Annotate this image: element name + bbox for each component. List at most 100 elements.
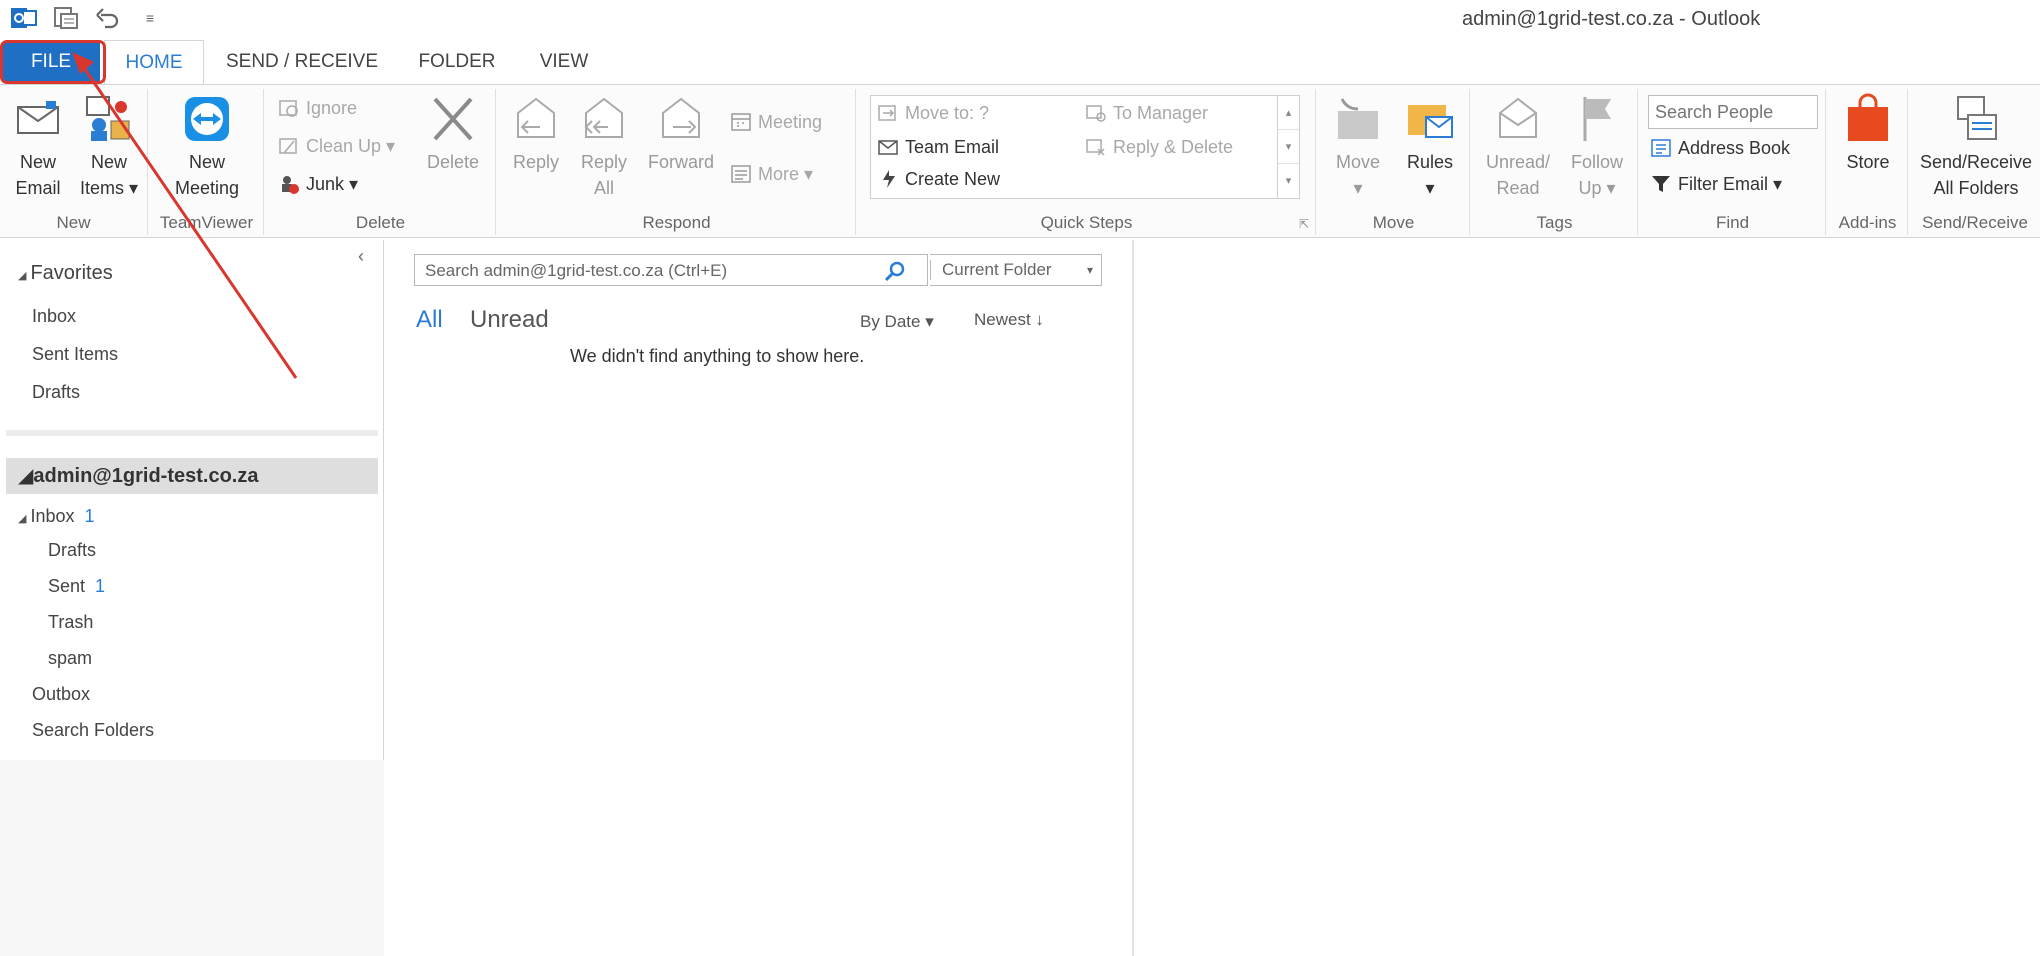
more-respond-button[interactable]: More ▾	[730, 163, 813, 185]
quick-steps-scroll-up-icon[interactable]: ▴	[1278, 96, 1299, 130]
folder-sent[interactable]: Sent 1	[48, 576, 105, 597]
quick-step-to-manager[interactable]: To Manager	[1085, 102, 1208, 124]
move-folder-icon	[1338, 98, 1378, 139]
new-email-button[interactable]: New Email	[6, 93, 70, 201]
group-find-label: Find	[1715, 213, 1750, 232]
window-title: admin@1grid-test.co.za - Outlook	[1462, 8, 1761, 30]
search-scope-dropdown[interactable]: Current Folder ▾	[930, 254, 1102, 286]
expand-triangle-icon: ◢	[18, 270, 27, 282]
message-list: Search admin@1grid-test.co.za (Ctrl+E) C…	[386, 240, 1134, 956]
group-move-label: Move	[1372, 213, 1415, 232]
team-email-label: Team Email	[905, 136, 1000, 157]
new-items-button[interactable]: New Items ▾	[76, 93, 142, 201]
tab-home[interactable]: HOME	[104, 40, 204, 84]
outlook-icon[interactable]	[10, 4, 38, 32]
create-new-label: Create New	[905, 168, 1001, 189]
folder-outbox[interactable]: Outbox	[32, 684, 90, 705]
group-tags: Unread/ Read Follow Up ▾ Tags	[1472, 89, 1638, 235]
filter-email-button[interactable]: Filter Email ▾	[1650, 173, 1782, 195]
new-items-label-1: New	[90, 152, 127, 172]
quick-steps-scroll: ▴ ▾ ▾	[1277, 96, 1299, 198]
rules-arrow: ▾	[1425, 178, 1435, 198]
quick-steps-scroll-down-icon[interactable]: ▾	[1278, 130, 1299, 164]
search-people-input[interactable]	[1648, 95, 1818, 129]
ribbon: New Email New Items ▾ New New Meeting Te…	[0, 84, 2040, 238]
favorites-header[interactable]: ◢ Favorites	[18, 262, 113, 285]
reply-all-button[interactable]: Reply All	[576, 93, 632, 201]
group-new-label: New	[56, 213, 91, 232]
team-email-icon	[878, 140, 898, 155]
sort-by-date-dropdown[interactable]: By Date ▾	[860, 312, 934, 332]
group-quick-steps: Move to: ? Team Email Create New To Mana…	[858, 89, 1316, 235]
group-delete: Ignore Clean Up ▾ Junk ▾ Delete Delete	[266, 89, 496, 235]
folder-spam[interactable]: spam	[48, 648, 92, 669]
sent-count: 1	[95, 576, 106, 596]
favorite-inbox[interactable]: Inbox	[32, 306, 76, 327]
unread-read-button[interactable]: Unread/ Read	[1478, 93, 1558, 201]
folder-inbox[interactable]: ◢ Inbox 1	[18, 506, 95, 527]
send-receive-all-icon[interactable]	[52, 4, 80, 32]
filter-all-tab[interactable]: All	[416, 306, 443, 334]
inbox-label: Inbox	[30, 506, 75, 526]
folder-trash[interactable]: Trash	[48, 612, 93, 633]
filter-unread-tab[interactable]: Unread	[470, 306, 549, 334]
move-to-label: Move to: ?	[905, 102, 990, 123]
teamviewer-icon	[185, 97, 229, 141]
account-header[interactable]: ◢admin@1grid-test.co.za	[6, 458, 378, 494]
reading-pane	[1136, 240, 2040, 956]
clean-up-button[interactable]: Clean Up ▾	[278, 135, 395, 157]
ignore-button[interactable]: Ignore	[278, 97, 357, 119]
customize-qat-icon[interactable]: ≡	[136, 4, 164, 32]
search-mailbox-input[interactable]: Search admin@1grid-test.co.za (Ctrl+E)	[414, 254, 928, 286]
address-book-label: Address Book	[1678, 137, 1791, 158]
folder-pane-empty-area	[0, 760, 384, 956]
group-delete-label: Delete	[355, 213, 406, 232]
expand-triangle-icon: ◢	[18, 513, 27, 525]
delete-button[interactable]: Delete	[418, 93, 488, 175]
chevron-down-icon: ▾	[1086, 263, 1093, 277]
delete-icon	[433, 97, 473, 141]
favorite-sent-items[interactable]: Sent Items	[32, 344, 118, 365]
store-icon	[1848, 93, 1888, 141]
clean-up-icon	[279, 138, 297, 154]
move-button[interactable]: Move ▾	[1326, 93, 1390, 201]
meeting-reply-button[interactable]: Meeting	[730, 111, 822, 133]
quick-step-move-to[interactable]: Move to: ?	[877, 102, 989, 124]
store-button[interactable]: Store	[1834, 93, 1902, 175]
folder-drafts[interactable]: Drafts	[48, 540, 96, 561]
undo-icon[interactable]	[94, 4, 122, 32]
quick-step-create-new[interactable]: Create New	[877, 168, 1000, 190]
address-book-button[interactable]: Address Book	[1650, 137, 1790, 159]
new-meeting-button[interactable]: New Meeting	[164, 93, 250, 201]
sort-order-toggle[interactable]: Newest ↓	[974, 310, 1044, 330]
quick-steps-dialog-launcher-icon[interactable]: ⇱	[1299, 217, 1309, 231]
new-meeting-label-1: New	[188, 152, 225, 172]
search-icon[interactable]	[883, 259, 907, 283]
rules-button[interactable]: Rules ▾	[1398, 93, 1462, 201]
forward-button[interactable]: Forward	[644, 93, 718, 175]
scope-separator	[930, 260, 931, 280]
flag-icon	[1583, 97, 1611, 141]
new-email-label-1: New	[19, 152, 56, 172]
unread-label-2: Read	[1496, 178, 1540, 198]
quick-step-reply-delete[interactable]: Reply & Delete	[1085, 136, 1233, 158]
more-label: More ▾	[758, 163, 814, 184]
to-manager-icon	[1086, 105, 1106, 122]
move-arrow: ▾	[1353, 178, 1363, 198]
outlook-window: ≡ admin@1grid-test.co.za - Outlook FILE …	[0, 0, 2040, 956]
tab-folder[interactable]: FOLDER	[412, 40, 502, 84]
new-items-label-2: Items ▾	[79, 178, 139, 198]
tab-send-receive[interactable]: SEND / RECEIVE	[222, 40, 382, 84]
quick-steps-expand-icon[interactable]: ▾	[1278, 164, 1299, 198]
reply-all-label-2: All	[593, 178, 614, 198]
group-addins-label: Add-ins	[1838, 213, 1897, 232]
collapse-pane-icon[interactable]: ‹	[358, 246, 364, 267]
follow-up-button[interactable]: Follow Up ▾	[1562, 93, 1632, 201]
folder-search-folders[interactable]: Search Folders	[32, 720, 154, 741]
quick-step-team-email[interactable]: Team Email	[877, 136, 999, 158]
send-receive-all-button[interactable]: Send/Receive All Folders	[1914, 93, 2038, 201]
tab-view[interactable]: VIEW	[534, 40, 594, 84]
reply-button[interactable]: Reply	[508, 93, 564, 175]
junk-button[interactable]: Junk ▾	[278, 173, 358, 195]
favorite-drafts[interactable]: Drafts	[32, 382, 80, 403]
